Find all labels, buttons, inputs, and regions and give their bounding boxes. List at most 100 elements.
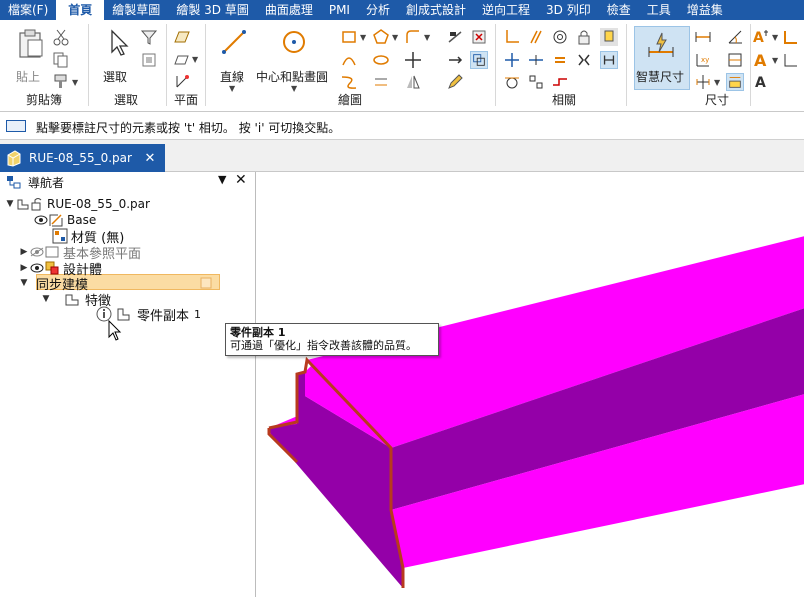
parallel-icon[interactable] [527,28,545,46]
relation-handles-icon[interactable] [600,51,618,69]
draw-dropdown-icon[interactable]: ▼ [392,33,398,42]
menu-file[interactable]: 檔案(F) [0,0,56,20]
text-annotation-icon[interactable]: A [752,28,770,46]
close-tab-icon[interactable]: ✕ [141,151,159,166]
dimension-axis-icon[interactable] [782,28,800,46]
center-point-circle-button[interactable]: 中心和點畫圓 [256,68,328,85]
visible-eye-icon[interactable] [30,263,44,273]
perpendicular-icon[interactable] [503,28,521,46]
delete-icon[interactable] [470,28,488,46]
filter-icon[interactable] [140,28,158,46]
collapse-icon[interactable]: ▼ [18,278,30,288]
graphics-viewport[interactable] [257,172,804,597]
fillet-icon[interactable] [404,28,422,46]
menu-3d-print[interactable]: 3D 列印 [538,0,599,20]
smart-dimension-icon[interactable] [646,30,676,60]
menu-3d-sketch[interactable]: 繪製 3D 草圖 [168,0,257,20]
pen-icon[interactable] [446,73,464,91]
separator [626,24,627,106]
line-icon[interactable] [220,28,248,56]
separator [750,24,751,106]
menu-surfacing[interactable]: 曲面處理 [257,0,321,20]
collapse-icon[interactable]: ▼ [40,294,52,304]
document-tab[interactable]: RUE-08_55_0.par ✕ [0,144,165,172]
paste-icon[interactable] [14,28,46,60]
dimension-dropdown-icon[interactable]: ▼ [714,78,720,87]
distance-between-icon[interactable] [694,28,712,46]
menu-addins[interactable]: 增益集 [679,0,731,20]
plane-icon[interactable] [173,28,191,46]
connect-icon[interactable] [503,51,521,69]
coordinate-dim-icon[interactable]: xy [694,51,712,69]
expand-icon[interactable]: ▶ [18,247,30,257]
offset-icon[interactable] [372,73,390,91]
maintain-relations-icon[interactable] [600,28,618,46]
project-icon[interactable] [470,51,488,69]
clipboard-dropdown-icon[interactable]: ▼ [72,78,78,87]
tree-item-sync-modeling[interactable]: ▼ 同步建模 [18,275,88,293]
text-icon[interactable]: A [752,51,770,69]
visible-eye-icon[interactable] [34,215,48,225]
trim-icon[interactable] [446,28,464,46]
text-format-icon[interactable]: A [752,73,770,91]
ellipse-icon[interactable] [372,51,390,69]
expand-icon[interactable]: ▶ [18,263,30,273]
tree-root[interactable]: ▼ RUE-08_55_0.par [4,196,150,212]
move-icon[interactable] [404,51,422,69]
align-icon[interactable] [527,73,545,91]
menu-check[interactable]: 檢查 [599,0,639,20]
relate-helper-icon[interactable] [551,73,569,91]
annotation-dropdown-icon[interactable]: ▼ [772,56,778,65]
symmetric-icon[interactable] [575,51,593,69]
line-dropdown-icon[interactable]: ▼ [229,84,235,93]
annotation-dropdown-icon[interactable]: ▼ [772,33,778,42]
smart-dimension-button[interactable]: 智慧尺寸 [636,68,684,85]
menu-sketch[interactable]: 繪製草圖 [104,0,168,20]
curve-icon[interactable] [340,73,358,91]
navigator-close-icon[interactable]: ✕ [235,172,247,188]
lock-icon[interactable] [575,28,593,46]
paste-button[interactable]: 貼上 [16,68,40,85]
center-point-circle-icon[interactable] [280,28,308,56]
angular-coordinate-icon[interactable] [726,51,744,69]
coordinate-system-icon[interactable] [173,73,191,91]
ribbon-more-icon[interactable] [782,51,800,69]
navigator-menu-icon[interactable]: ▼ [218,173,226,186]
angle-between-icon[interactable] [726,28,744,46]
part-model[interactable] [257,172,804,597]
rectangle-icon[interactable] [340,28,358,46]
format-painter-icon[interactable] [52,72,70,90]
menu-inspect[interactable]: 分析 [358,0,398,20]
menu-generative-design[interactable]: 創成式設計 [398,0,474,20]
select-arrow-icon[interactable] [104,28,134,58]
equal-icon[interactable] [551,51,569,69]
tangent-icon[interactable] [503,73,521,91]
concentric-icon[interactable] [551,28,569,46]
dimension-style-icon[interactable] [726,73,744,91]
draw-dropdown-icon[interactable]: ▼ [424,33,430,42]
svg-text:xy: xy [701,56,709,64]
extend-icon[interactable] [446,51,464,69]
line-button[interactable]: 直線 [220,68,244,85]
select-button[interactable]: 選取 [103,68,127,85]
plane-offset-icon[interactable] [173,51,191,69]
circle-dropdown-icon[interactable]: ▼ [291,84,297,93]
menu-reverse-engineering[interactable]: 逆向工程 [474,0,538,20]
collapse-icon[interactable]: ▼ [4,199,16,209]
menu-home[interactable]: 首頁 [56,0,105,20]
menu-pmi[interactable]: PMI [321,0,358,20]
select-tool-icon[interactable] [140,51,158,69]
group-relate: 相關 [552,93,577,107]
horizontal-vertical-icon[interactable] [527,51,545,69]
arc-icon[interactable] [340,51,358,69]
cut-icon[interactable] [52,28,70,46]
plane-dropdown-icon[interactable]: ▼ [192,55,198,64]
copy-icon[interactable] [52,51,70,69]
polygon-icon[interactable] [372,28,390,46]
hidden-eye-icon[interactable] [30,247,44,257]
mirror-icon[interactable] [404,73,422,91]
tree-item-features[interactable]: ▼ 特徵 [40,291,111,309]
menu-tools[interactable]: 工具 [639,0,679,20]
draw-dropdown-icon[interactable]: ▼ [360,33,366,42]
symmetric-dim-icon[interactable] [694,73,712,91]
